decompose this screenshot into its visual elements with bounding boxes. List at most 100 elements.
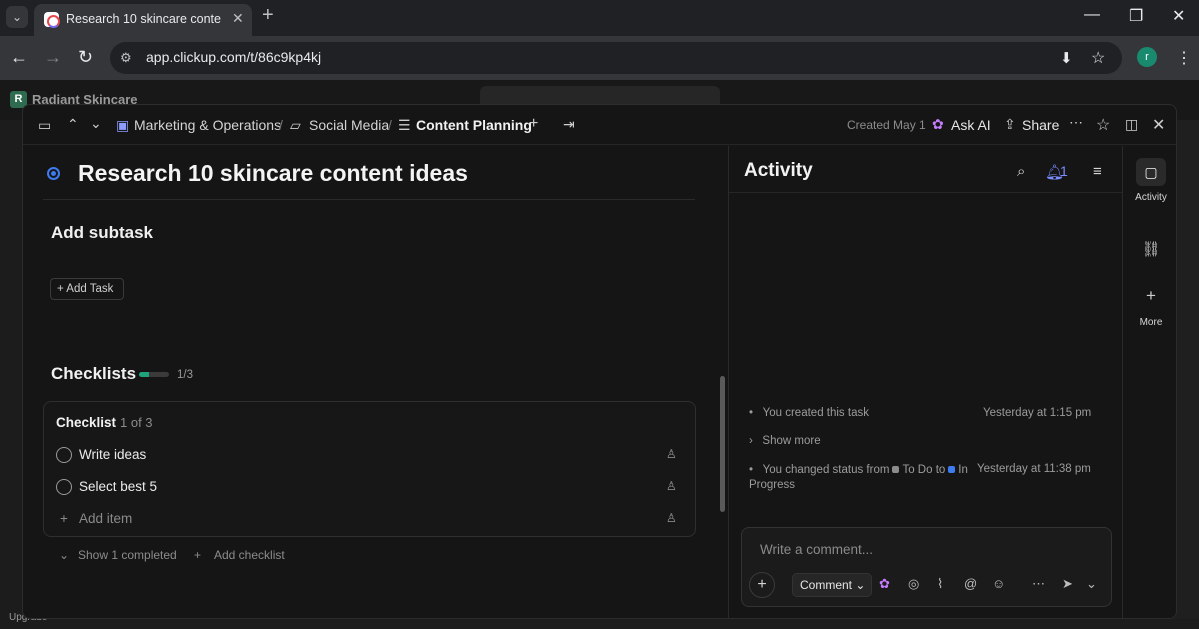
- task-title[interactable]: Research 10 skincare content ideas: [78, 160, 468, 187]
- close-modal-icon[interactable]: ✕: [1152, 115, 1165, 135]
- task-header: ▭ ⌃ ⌄ ▣ Marketing & Operations / ▱ Socia…: [23, 105, 1176, 145]
- more-tools-icon[interactable]: ⋯: [1032, 576, 1045, 592]
- comment-type-label: Comment: [800, 578, 853, 592]
- forward-button[interactable]: →: [44, 47, 62, 68]
- subtask-heading: Add subtask: [51, 223, 154, 242]
- expand-icon[interactable]: ◫: [1125, 116, 1138, 133]
- mention-task-icon[interactable]: ◎: [908, 576, 919, 592]
- breadcrumb-separator: /: [388, 117, 392, 133]
- new-tab-button[interactable]: +: [262, 4, 274, 27]
- add-icon[interactable]: +: [1123, 286, 1176, 306]
- favorite-star-icon[interactable]: ☆: [1096, 115, 1110, 135]
- comment-type-dropdown[interactable]: Comment ⌄: [792, 573, 872, 597]
- status-from: To Do: [902, 464, 933, 476]
- checklist-name[interactable]: Checklist: [56, 415, 116, 430]
- tab-search-button[interactable]: ⌄: [6, 6, 28, 28]
- app-sidebar: [0, 120, 22, 629]
- event-time: Yesterday at 11:38 pm: [977, 463, 1091, 475]
- browser-menu-icon[interactable]: ⋮: [1176, 48, 1192, 68]
- close-tab-icon[interactable]: ✕: [232, 10, 244, 27]
- activity-event: • You created this task: [749, 407, 869, 419]
- activity-chat-icon[interactable]: ▢: [1136, 158, 1166, 186]
- chevron-down-icon: ⌄: [59, 548, 70, 562]
- send-icon[interactable]: ➤: [1062, 576, 1073, 592]
- close-window-button[interactable]: ✕: [1172, 6, 1185, 26]
- move-task-icon[interactable]: ⇥: [563, 116, 575, 133]
- chevron-up-icon[interactable]: ⌃: [67, 116, 79, 133]
- sidebar-toggle-icon[interactable]: ▭: [38, 117, 51, 134]
- ai-sparkle-icon: ✿: [932, 116, 944, 132]
- comment-box[interactable]: Write a comment... + Comment ⌄ ✿ ◎ ⌇ @ ☺…: [741, 527, 1112, 607]
- add-icon[interactable]: +: [529, 115, 538, 133]
- activity-divider: [729, 192, 1123, 193]
- checklist-item-text[interactable]: Select best 5: [79, 479, 157, 494]
- tab-title: Research 10 skincare content ideas: [66, 12, 221, 26]
- status-indicator-icon[interactable]: [47, 167, 60, 180]
- checklist-item[interactable]: Write ideas ♙: [56, 444, 686, 468]
- clickup-favicon-icon: [44, 12, 60, 28]
- ai-sparkle-icon[interactable]: ✿: [879, 576, 890, 592]
- breadcrumb-space[interactable]: Marketing & Operations: [134, 117, 281, 133]
- breadcrumb-list[interactable]: Content Planning: [416, 117, 532, 133]
- event-text: You created this task: [762, 407, 869, 419]
- comment-input[interactable]: Write a comment...: [760, 542, 873, 557]
- restore-button[interactable]: ❐: [1129, 6, 1143, 26]
- filter-icon[interactable]: ≡: [1093, 163, 1102, 180]
- link-icon[interactable]: ⛓: [1123, 240, 1176, 258]
- chevron-down-icon[interactable]: ⌄: [1086, 576, 1097, 592]
- checklist-count: 1 of 3: [120, 415, 153, 430]
- assign-user-icon[interactable]: ♙: [666, 447, 680, 461]
- content-scrollbar[interactable]: [720, 376, 725, 512]
- add-attachment-button[interactable]: +: [749, 572, 775, 598]
- plus-icon: +: [60, 511, 68, 526]
- folder-icon: ▱: [290, 117, 301, 133]
- add-item-label[interactable]: Add item: [79, 511, 132, 526]
- show-more-label[interactable]: Show more: [762, 435, 820, 447]
- share-button[interactable]: Share: [1022, 117, 1059, 133]
- url-text[interactable]: app.clickup.com/t/86c9kp4kj: [146, 49, 321, 65]
- emoji-icon[interactable]: ☺: [992, 576, 1005, 591]
- site-info-icon[interactable]: ⚙: [120, 50, 132, 66]
- space-icon: ▣: [116, 117, 130, 133]
- list-icon: ☰: [398, 117, 411, 133]
- checkbox-circle-icon[interactable]: [56, 447, 72, 463]
- checklist-item-text[interactable]: Write ideas: [79, 447, 146, 462]
- activity-event: • You changed status from To Do to In Prog…: [749, 464, 968, 491]
- at-mention-icon[interactable]: @: [964, 576, 977, 591]
- rail-activity-label[interactable]: Activity: [1123, 192, 1176, 203]
- bookmark-star-icon[interactable]: ☆: [1091, 48, 1105, 68]
- browser-tab[interactable]: Research 10 skincare content ideas ✕: [34, 4, 252, 36]
- paperclip-icon[interactable]: ⌇: [937, 576, 943, 592]
- assign-user-icon[interactable]: ♙: [666, 479, 680, 493]
- event-text: You changed status from: [762, 464, 890, 476]
- breadcrumb-folder[interactable]: Social Media: [309, 117, 389, 133]
- show-completed-button[interactable]: Show 1 completed: [78, 548, 177, 562]
- search-icon[interactable]: ⌕: [1017, 163, 1025, 180]
- event-time: Yesterday at 1:15 pm: [983, 407, 1092, 419]
- assign-user-icon[interactable]: ♙: [666, 511, 680, 525]
- checkbox-circle-icon[interactable]: [56, 479, 72, 495]
- plus-icon: +: [194, 548, 202, 562]
- checklist-progress-bar: [139, 372, 169, 377]
- add-task-button[interactable]: + Add Task: [50, 278, 124, 300]
- chevron-down-icon[interactable]: ⌄: [90, 115, 102, 132]
- reload-button[interactable]: ↻: [78, 47, 93, 68]
- install-app-icon[interactable]: ⬇: [1060, 49, 1073, 67]
- in-progress-status-icon: [948, 466, 956, 474]
- activity-title: Activity: [744, 160, 813, 181]
- created-date: Created May 1: [847, 118, 926, 132]
- checklist-item[interactable]: Select best 5 ♙: [56, 476, 686, 500]
- checklist-progress-label: 1/3: [177, 369, 193, 381]
- show-more-button[interactable]: › Show more: [749, 435, 821, 447]
- profile-avatar[interactable]: r: [1137, 47, 1157, 67]
- back-button[interactable]: ←: [10, 47, 28, 68]
- more-options-icon[interactable]: ⋯: [1069, 114, 1083, 131]
- add-checklist-button[interactable]: Add checklist: [214, 548, 285, 562]
- checklists-heading: Checklists: [51, 364, 137, 383]
- app-bottom-bar: [0, 619, 1199, 629]
- ask-ai-button[interactable]: Ask AI: [951, 117, 991, 133]
- rail-more-label[interactable]: More: [1123, 317, 1176, 328]
- minimize-button[interactable]: —: [1084, 6, 1100, 24]
- plus-icon: +: [57, 283, 67, 295]
- add-checklist-item[interactable]: + Add item ♙: [56, 508, 686, 532]
